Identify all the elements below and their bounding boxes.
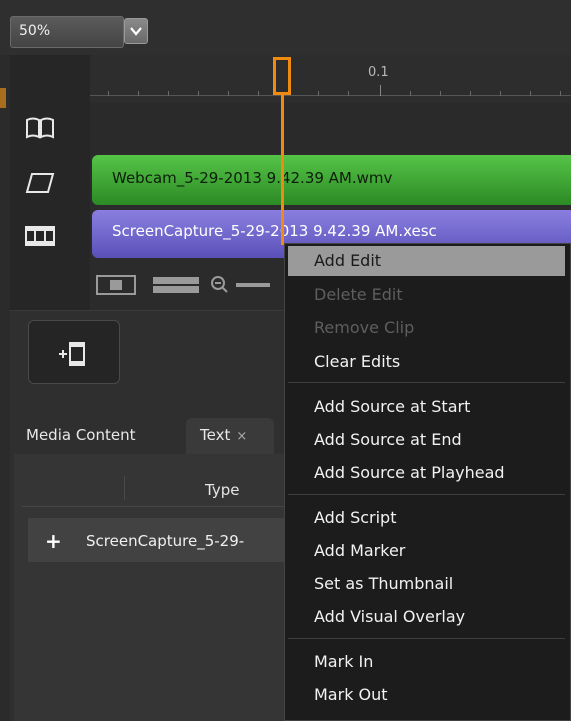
playhead-handle[interactable] [273, 57, 291, 95]
zoom-dropdown-button[interactable] [124, 18, 148, 44]
ruler-tick [440, 91, 441, 96]
ruler-tick [500, 91, 501, 96]
zoom-select[interactable]: 50% [10, 16, 124, 48]
ruler-tick [318, 91, 319, 96]
ruler-tick [470, 91, 471, 96]
tab-text[interactable]: Text × [186, 418, 274, 454]
timeline-ruler[interactable]: 0.1 [90, 55, 571, 104]
webcam-clip-label: Webcam_5-29-2013 9.42.39 AM.wmv [112, 169, 393, 187]
menu-item-add-source-at-start[interactable]: Add Source at Start [314, 397, 470, 416]
ruler-tick [410, 91, 411, 96]
menu-item-mark-out[interactable]: Mark Out [314, 685, 388, 704]
ruler-tick [530, 91, 531, 96]
playhead-line[interactable] [281, 95, 284, 245]
menu-separator [288, 494, 565, 495]
menu-separator [288, 638, 565, 639]
tab-text-label: Text [200, 426, 231, 444]
menu-item-add-edit[interactable]: Add Edit [314, 251, 381, 270]
menu-item-remove-clip[interactable]: Remove Clip [314, 318, 414, 337]
track-height-icon[interactable] [152, 275, 200, 295]
chevron-down-icon [130, 27, 142, 36]
tab-media-content-label: Media Content [26, 426, 136, 444]
ruler-tick [258, 91, 259, 96]
webcam-clip[interactable]: Webcam_5-29-2013 9.42.39 AM.wmv [92, 155, 571, 205]
add-media-button[interactable] [28, 320, 120, 384]
close-icon[interactable]: × [236, 429, 247, 444]
context-menu: Add Edit Delete Edit Remove Clip Clear E… [284, 243, 571, 721]
timeline-toolbar [90, 265, 290, 305]
layer-icon[interactable] [24, 170, 56, 196]
zoom-value: 50% [19, 23, 51, 39]
ruler-time-label: 0.1 [368, 65, 389, 80]
ruler-baseline [90, 95, 571, 96]
ruler-tick [168, 91, 169, 96]
ruler-tick [228, 91, 229, 96]
list-item-name: ScreenCapture_5-29- [86, 532, 245, 550]
ruler-tick [560, 91, 561, 96]
ruler-tick [108, 91, 109, 96]
menu-item-clear-edits[interactable]: Clear Edits [314, 352, 400, 371]
book-icon[interactable] [24, 115, 56, 141]
clip-view-icon[interactable] [96, 275, 136, 295]
track-icon-column [10, 55, 90, 310]
menu-item-mark-in[interactable]: Mark In [314, 652, 373, 671]
expand-plus-icon[interactable]: + [45, 529, 62, 553]
menu-item-add-visual-overlay[interactable]: Add Visual Overlay [314, 607, 465, 626]
add-media-icon [59, 342, 85, 366]
menu-item-add-source-at-end[interactable]: Add Source at End [314, 430, 462, 449]
column-separator[interactable] [124, 476, 125, 500]
ruler-tick [138, 91, 139, 96]
ruler-tick [198, 91, 199, 96]
marker-track[interactable] [90, 103, 571, 153]
screen-capture-clip-label: ScreenCapture_5-29-2013 9.42.39 AM.xesc [112, 222, 437, 240]
menu-item-delete-edit[interactable]: Delete Edit [314, 285, 403, 304]
column-type-header[interactable]: Type [205, 481, 239, 499]
menu-item-set-as-thumbnail[interactable]: Set as Thumbnail [314, 574, 453, 593]
menu-item-add-marker[interactable]: Add Marker [314, 541, 405, 560]
film-strip-icon[interactable] [24, 223, 56, 249]
menu-separator [288, 382, 565, 383]
ruler-tick [348, 91, 349, 96]
menu-item-add-script[interactable]: Add Script [314, 508, 396, 527]
ruler-major-tick [380, 85, 381, 96]
menu-item-add-source-at-playhead[interactable]: Add Source at Playhead [314, 463, 505, 482]
zoom-out-icon[interactable] [210, 275, 270, 295]
tab-media-content[interactable]: Media Content [14, 418, 184, 454]
left-accent-bar [0, 88, 6, 108]
